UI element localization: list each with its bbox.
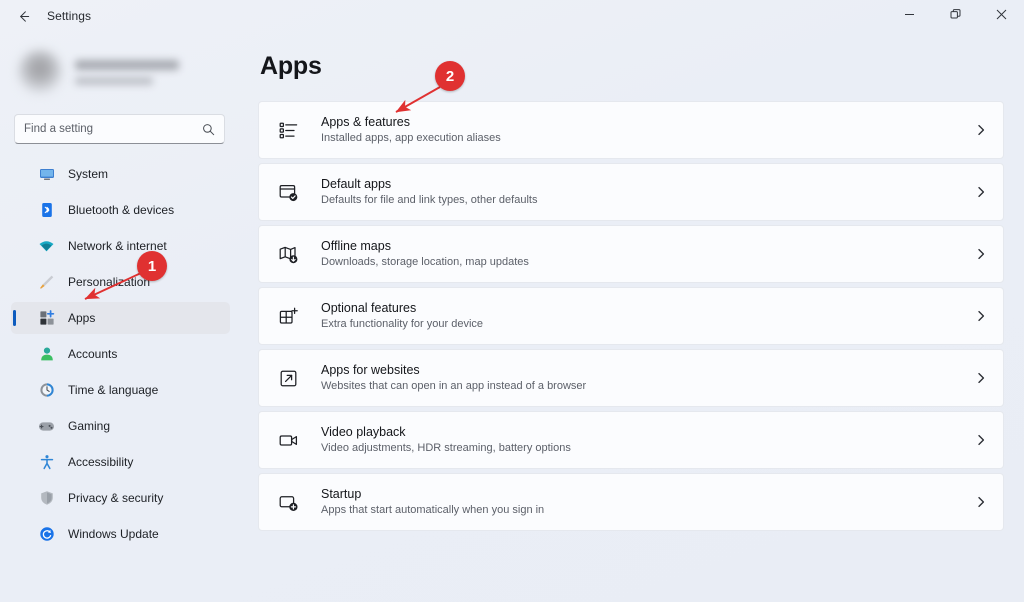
user-profile[interactable] xyxy=(18,44,242,100)
optional-features-icon xyxy=(277,305,299,327)
close-icon xyxy=(996,7,1007,25)
card-text: Apps for websites Websites that can open… xyxy=(321,362,975,394)
sidebar-item-label: Accounts xyxy=(68,347,118,361)
restore-icon xyxy=(950,7,961,25)
card-title: Apps for websites xyxy=(321,363,420,377)
card-subtitle: Downloads, storage location, map updates xyxy=(321,256,529,268)
apps-icon xyxy=(38,310,55,327)
chevron-right-icon xyxy=(975,124,989,136)
paintbrush-icon xyxy=(38,274,55,291)
sidebar-item-label: Time & language xyxy=(68,383,159,397)
chevron-right-icon xyxy=(975,186,989,198)
minimize-icon xyxy=(904,7,915,25)
avatar xyxy=(18,50,62,94)
search-input[interactable] xyxy=(24,123,202,135)
sidebar-item-label: Gaming xyxy=(68,419,111,433)
search-icon xyxy=(202,123,215,136)
card-title: Optional features xyxy=(321,301,417,315)
default-apps-icon xyxy=(277,181,299,203)
card-text: Apps & features Installed apps, app exec… xyxy=(321,114,975,146)
settings-card-list: Apps & features Installed apps, app exec… xyxy=(258,101,1004,531)
card-title: Video playback xyxy=(321,425,406,439)
wifi-icon xyxy=(38,238,55,255)
profile-email-redacted xyxy=(75,76,153,85)
card-offline-maps[interactable]: Offline maps Downloads, storage location… xyxy=(258,225,1004,283)
sidebar-item-label: Bluetooth & devices xyxy=(68,203,175,217)
chevron-right-icon xyxy=(975,496,989,508)
chevron-right-icon xyxy=(975,372,989,384)
card-video-playback[interactable]: Video playback Video adjustments, HDR st… xyxy=(258,411,1004,469)
startup-icon xyxy=(277,491,299,513)
update-icon xyxy=(38,526,55,543)
sidebar-item-label: Network & internet xyxy=(68,239,167,253)
card-startup[interactable]: Startup Apps that start automatically wh… xyxy=(258,473,1004,531)
sidebar-item-gaming[interactable]: Gaming xyxy=(11,410,230,442)
card-subtitle: Video adjustments, HDR streaming, batter… xyxy=(321,442,571,454)
video-camera-icon xyxy=(277,429,299,451)
chevron-right-icon xyxy=(975,310,989,322)
title-bar: Settings xyxy=(0,0,1024,32)
card-optional-features[interactable]: Optional features Extra functionality fo… xyxy=(258,287,1004,345)
sidebar: System Bluetooth & devices Network & int… xyxy=(0,32,242,602)
sidebar-item-label: System xyxy=(68,167,109,181)
card-text: Video playback Video adjustments, HDR st… xyxy=(321,424,975,456)
shield-icon xyxy=(38,490,55,507)
card-apps-for-websites[interactable]: Apps for websites Websites that can open… xyxy=(258,349,1004,407)
card-subtitle: Websites that can open in an app instead… xyxy=(321,380,587,392)
card-text: Startup Apps that start automatically wh… xyxy=(321,486,975,518)
clock-icon xyxy=(38,382,55,399)
sidebar-item-label: Apps xyxy=(68,311,96,325)
window-controls xyxy=(886,0,1024,32)
minimize-button[interactable] xyxy=(886,0,932,32)
map-download-icon xyxy=(277,243,299,265)
sidebar-item-privacy-security[interactable]: Privacy & security xyxy=(11,482,230,514)
chevron-right-icon xyxy=(975,248,989,260)
card-subtitle: Apps that start automatically when you s… xyxy=(321,504,545,516)
sidebar-item-label: Accessibility xyxy=(68,455,134,469)
sidebar-item-accessibility[interactable]: Accessibility xyxy=(11,446,230,478)
sidebar-item-label: Privacy & security xyxy=(68,491,164,505)
sidebar-nav: System Bluetooth & devices Network & int… xyxy=(0,158,242,550)
card-title: Startup xyxy=(321,487,362,501)
sidebar-item-apps[interactable]: Apps xyxy=(11,302,230,334)
sidebar-item-label: Windows Update xyxy=(68,527,159,541)
card-subtitle: Extra functionality for your device xyxy=(321,318,484,330)
sidebar-item-label: Personalization xyxy=(68,275,151,289)
sidebar-item-accounts[interactable]: Accounts xyxy=(11,338,230,370)
sidebar-item-bluetooth-devices[interactable]: Bluetooth & devices xyxy=(11,194,230,226)
sidebar-item-system[interactable]: System xyxy=(11,158,230,190)
search-box[interactable] xyxy=(14,114,225,144)
back-button[interactable] xyxy=(6,2,40,30)
card-title: Apps & features xyxy=(321,115,410,129)
app-list-icon xyxy=(277,119,299,141)
back-arrow-icon xyxy=(16,9,31,24)
bluetooth-icon xyxy=(38,202,55,219)
chevron-right-icon xyxy=(975,434,989,446)
card-text: Optional features Extra functionality fo… xyxy=(321,300,975,332)
main-content: Apps Apps & features Installed apps, app… xyxy=(242,32,1024,602)
app-title: Settings xyxy=(47,9,92,23)
profile-name-redacted xyxy=(75,59,179,70)
card-apps-and-features[interactable]: Apps & features Installed apps, app exec… xyxy=(258,101,1004,159)
person-icon xyxy=(38,346,55,363)
sidebar-item-network-internet[interactable]: Network & internet xyxy=(11,230,230,262)
card-title: Offline maps xyxy=(321,239,391,253)
close-button[interactable] xyxy=(978,0,1024,32)
external-link-icon xyxy=(277,367,299,389)
card-subtitle: Installed apps, app execution aliases xyxy=(321,132,501,144)
accessibility-icon xyxy=(38,454,55,471)
page-title: Apps xyxy=(260,52,322,80)
card-text: Default apps Defaults for file and link … xyxy=(321,176,975,208)
card-default-apps[interactable]: Default apps Defaults for file and link … xyxy=(258,163,1004,221)
maximize-button[interactable] xyxy=(932,0,978,32)
card-text: Offline maps Downloads, storage location… xyxy=(321,238,975,270)
card-subtitle: Defaults for file and link types, other … xyxy=(321,194,538,206)
profile-text-redacted xyxy=(75,59,179,85)
sidebar-item-windows-update[interactable]: Windows Update xyxy=(11,518,230,550)
gamepad-icon xyxy=(38,418,55,435)
sidebar-item-personalization[interactable]: Personalization xyxy=(11,266,230,298)
monitor-icon xyxy=(38,166,55,183)
card-title: Default apps xyxy=(321,177,392,191)
sidebar-item-time-language[interactable]: Time & language xyxy=(11,374,230,406)
